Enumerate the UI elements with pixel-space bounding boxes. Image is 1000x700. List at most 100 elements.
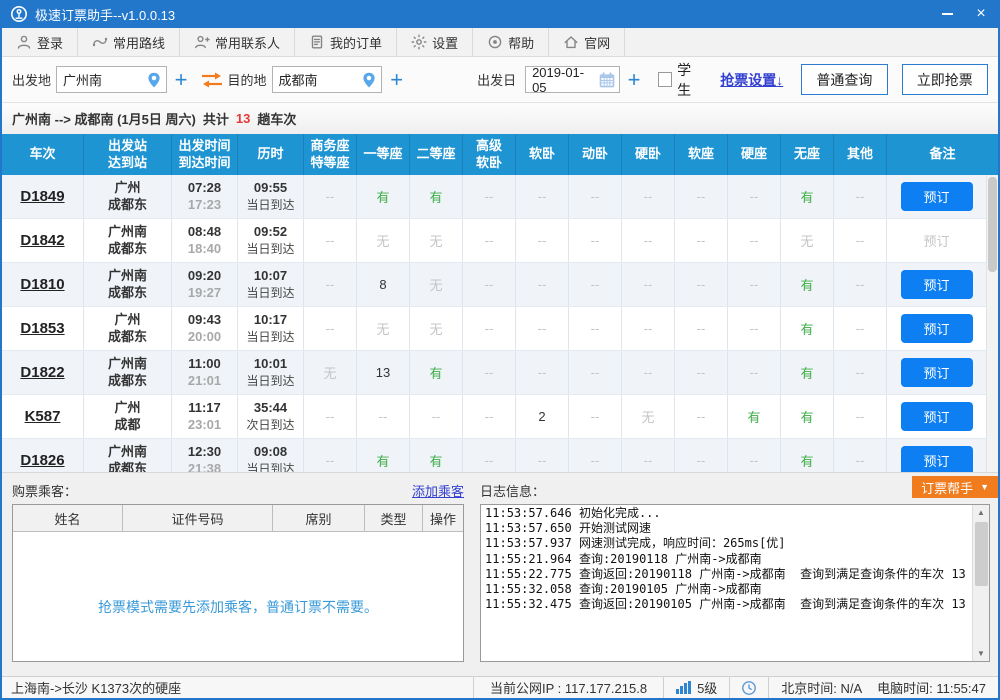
minimize-button[interactable] [930,0,964,28]
close-button[interactable]: × [964,0,998,28]
to-station-input[interactable]: 成都南 [272,66,383,93]
arrival-day-note: 当日到达 [246,329,294,345]
add-to-station-button[interactable]: + [382,69,411,91]
result-count-label: 共计 [203,109,229,128]
seat-availability: 无 [357,219,410,262]
toolbar-item-label: 常用联系人 [215,33,280,52]
arrival-time: 21:01 [188,373,221,389]
window-controls: × [930,0,998,28]
student-checkbox[interactable] [658,72,672,87]
duration: 10:17 [254,312,287,328]
seat-availability: -- [622,307,675,350]
log-scrollbar[interactable]: ▲ ▼ [972,505,989,661]
location-pin-icon [145,71,163,89]
stations-cell: 广州南成都东 [84,351,172,394]
toolbar-item-login[interactable]: 登录 [2,28,78,56]
book-button[interactable]: 预订 [901,182,973,211]
seat-availability: 有 [781,263,834,306]
seat-availability: -- [304,395,357,438]
train-number-link[interactable]: D1826 [20,452,64,469]
toolbar-item-routes[interactable]: 常用路线 [78,28,180,56]
seat-availability: -- [569,175,622,218]
toolbar-item-site[interactable]: 官网 [549,28,625,56]
seat-availability: -- [569,351,622,394]
seat-availability: 有 [781,439,834,472]
date-input[interactable]: 2019-01-05 [525,66,619,93]
seat-availability: -- [463,439,516,472]
train-number-link[interactable]: D1849 [20,188,64,205]
book-button[interactable]: 预订 [901,314,973,343]
column-header: 出发站 达到站 [84,134,172,175]
add-from-station-button[interactable]: + [167,69,196,91]
book-button[interactable]: 预订 [901,358,973,387]
booking-cell: 预订 [887,395,986,438]
add-date-button[interactable]: + [620,69,649,91]
toolbar-item-orders[interactable]: 我的订单 [295,28,397,56]
grab-settings-link[interactable]: 抢票设置↓ [720,70,783,90]
passenger-column-header: 操作 [423,505,463,531]
to-station-value: 成都南 [279,70,318,89]
seat-availability: -- [516,439,569,472]
student-label: 学生 [677,60,702,100]
seat-availability: -- [728,263,781,306]
seat-availability: 无 [304,351,357,394]
log-scrollbar-thumb[interactable] [975,522,988,586]
table-row: D1826广州南成都东12:3021:3809:08当日到达--有有------… [2,439,998,472]
scroll-down-icon[interactable]: ▼ [977,646,985,661]
app-window: 极速订票助手--v1.0.0.13 × 登录常用路线 常用联系人我的订单设置帮助官… [0,0,1000,700]
swap-stations-icon[interactable] [200,71,224,89]
column-header: 软卧 [516,134,569,175]
toolbar-item-contacts[interactable]: 常用联系人 [180,28,295,56]
window-title: 极速订票助手--v1.0.0.13 [35,5,175,24]
grab-now-button[interactable]: 立即抢票 [902,64,988,95]
arrival-day-note: 当日到达 [246,241,294,257]
seat-availability: -- [304,307,357,350]
column-header: 软座 [675,134,728,175]
arrival-time: 19:27 [188,285,221,301]
status-bar: 上海南->长沙 K1373次的硬座 当前公网IP : 117.177.215.8… [2,676,998,698]
arrival-time: 18:40 [188,241,221,257]
passenger-label: 购票乘客： [12,481,77,500]
arrival-station: 成都东 [108,373,147,389]
result-summary: 广州南 --> 成都南 (1月5日 周六) 共计 13 趟车次 [2,103,998,134]
table-row: D1842广州南成都东08:4818:4009:52当日到达--无无------… [2,219,998,263]
from-station-input[interactable]: 广州南 [56,66,167,93]
arrival-time: 20:00 [188,329,221,345]
train-cell: D1849 [2,175,84,218]
stations-cell: 广州南成都东 [84,219,172,262]
seat-availability: -- [569,263,622,306]
seat-availability: -- [675,219,728,262]
toolbar-item-settings[interactable]: 设置 [397,28,473,56]
seat-availability: -- [463,175,516,218]
normal-query-button[interactable]: 普通查询 [801,64,887,95]
toolbar-item-help[interactable]: 帮助 [473,28,549,56]
train-number-link[interactable]: D1822 [20,364,64,381]
log-line: 11:53:57.650 开始测试网速 [485,521,985,536]
seat-availability: -- [622,263,675,306]
clock-icon [741,680,757,696]
scrollbar-thumb[interactable] [988,177,997,272]
bottom-section: 购票乘客： 添加乘客 姓名证件号码席别类型操作 抢票模式需要先添加乘客，普通订票… [2,472,998,676]
train-cell: D1822 [2,351,84,394]
book-button[interactable]: 预订 [901,270,973,299]
booking-helper-button[interactable]: 订票帮手 ▼ [912,476,998,498]
book-button[interactable]: 预订 [901,446,973,472]
train-number-link[interactable]: D1810 [20,276,64,293]
table-scrollbar[interactable] [986,175,998,472]
add-passenger-link[interactable]: 添加乘客 [412,481,464,500]
seat-availability: -- [463,395,516,438]
scroll-up-icon[interactable]: ▲ [977,505,985,520]
train-number-link[interactable]: D1853 [20,320,64,337]
train-number-link[interactable]: K587 [25,408,61,425]
duration-cell: 35:44次日到达 [238,395,304,438]
times-cell: 12:3021:38 [172,439,238,472]
seat-availability: -- [834,263,887,306]
table-row: D1853广州成都东09:4320:0010:17当日到达--无无-------… [2,307,998,351]
seat-availability: -- [304,219,357,262]
departure-time: 12:30 [188,444,221,460]
column-header: 出发时间 到达时间 [172,134,238,175]
train-number-link[interactable]: D1842 [20,232,64,249]
book-button[interactable]: 预订 [901,402,973,431]
seat-availability: -- [516,263,569,306]
departure-time: 09:20 [188,268,221,284]
